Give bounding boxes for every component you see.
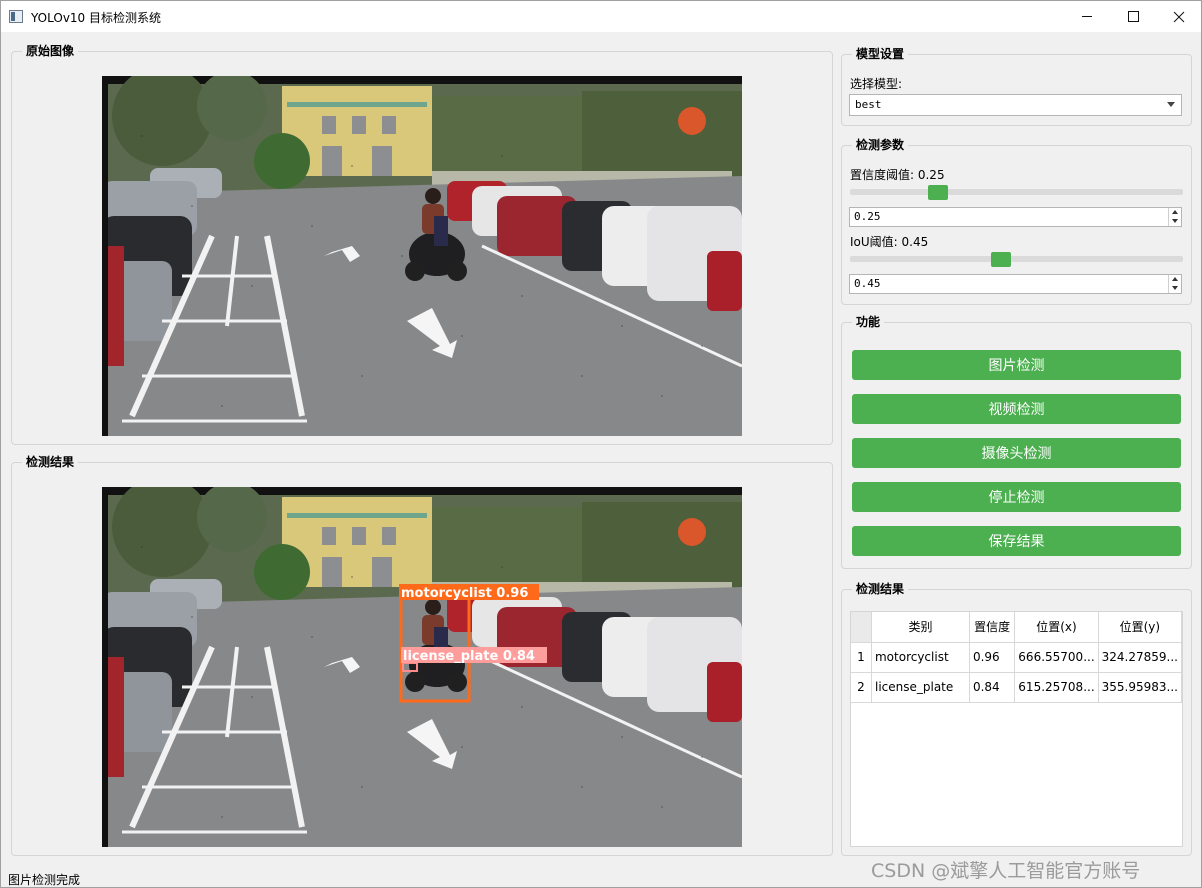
maximize-button[interactable] xyxy=(1110,1,1156,32)
window-title: YOLOv10 目标检测系统 xyxy=(31,11,162,25)
camera-detect-button[interactable]: 摄像头检测 xyxy=(852,438,1181,468)
cell-confidence[interactable]: 0.96 xyxy=(969,642,1016,673)
spin-up-icon[interactable] xyxy=(1172,277,1178,281)
cell-x[interactable]: 666.55700... xyxy=(1014,642,1099,673)
watermark: CSDN @斌擎人工智能官方账号 xyxy=(871,860,1141,882)
row-number[interactable]: 1 xyxy=(851,642,872,673)
table-corner[interactable] xyxy=(851,612,872,643)
results-table[interactable]: 类别 置信度 位置(x) 位置(y) 1 motorcyclist 0.96 6… xyxy=(850,611,1183,847)
status-bar-text: 图片检测完成 xyxy=(8,873,81,887)
cell-x[interactable]: 615.25708... xyxy=(1014,672,1099,703)
cell-y[interactable]: 355.95983... xyxy=(1098,672,1182,703)
select-model-label: 选择模型: xyxy=(850,77,903,91)
app-window-icon xyxy=(9,10,23,23)
functions-title: 功能 xyxy=(852,315,885,329)
confidence-threshold-label: 置信度阈值: 0.25 xyxy=(850,168,945,182)
model-select-value: best xyxy=(855,98,882,111)
model-select[interactable]: best xyxy=(849,94,1182,116)
motorcyclist-label: motorcyclist 0.96 xyxy=(401,586,528,601)
save-result-button[interactable]: 保存结果 xyxy=(852,526,1181,556)
column-header-y[interactable]: 位置(y) xyxy=(1098,612,1182,643)
table-header-row: 类别 置信度 位置(x) 位置(y) xyxy=(851,612,1182,643)
table-row[interactable]: 2 license_plate 0.84 615.25708... 355.95… xyxy=(851,672,1182,703)
iou-threshold-label: IoU阈值: 0.45 xyxy=(850,235,929,249)
confidence-spin-buttons[interactable] xyxy=(1168,208,1181,226)
spin-down-icon[interactable] xyxy=(1172,219,1178,223)
column-header-confidence[interactable]: 置信度 xyxy=(969,612,1016,643)
table-row[interactable]: 1 motorcyclist 0.96 666.55700... 324.278… xyxy=(851,642,1182,673)
detection-params-title: 检测参数 xyxy=(852,138,909,152)
cell-class[interactable]: motorcyclist xyxy=(871,642,970,673)
confidence-slider-handle[interactable] xyxy=(928,185,949,200)
iou-value: 0.45 xyxy=(854,277,881,290)
confidence-spinbox[interactable]: 0.25 xyxy=(849,207,1182,227)
title-bar: YOLOv10 目标检测系统 xyxy=(1,1,1201,32)
result-image-title: 检测结果 xyxy=(22,455,79,469)
chevron-down-icon xyxy=(1167,102,1175,107)
results-title: 检测结果 xyxy=(852,582,909,596)
license-plate-label: license_plate 0.84 xyxy=(403,649,535,664)
cell-y[interactable]: 324.27859... xyxy=(1098,642,1182,673)
original-image xyxy=(102,76,742,436)
close-button[interactable] xyxy=(1156,1,1202,32)
spin-up-icon[interactable] xyxy=(1172,210,1178,214)
spin-down-icon[interactable] xyxy=(1172,286,1178,290)
minimize-button[interactable] xyxy=(1064,1,1110,32)
column-header-x[interactable]: 位置(x) xyxy=(1014,612,1099,643)
row-number[interactable]: 2 xyxy=(851,672,872,703)
image-detect-button[interactable]: 图片检测 xyxy=(852,350,1181,380)
iou-slider-handle[interactable] xyxy=(990,252,1011,267)
video-detect-button[interactable]: 视频检测 xyxy=(852,394,1181,424)
cell-confidence[interactable]: 0.84 xyxy=(969,672,1016,703)
cell-class[interactable]: license_plate xyxy=(871,672,970,703)
iou-spinbox[interactable]: 0.45 xyxy=(849,274,1182,294)
main-window: YOLOv10 目标检测系统 原始图像 检测结果 motorcyclist 0.… xyxy=(0,0,1202,888)
confidence-value: 0.25 xyxy=(854,210,881,223)
iou-spin-buttons[interactable] xyxy=(1168,275,1181,293)
close-icon xyxy=(1173,11,1185,22)
column-header-class[interactable]: 类别 xyxy=(871,612,970,643)
stop-detect-button[interactable]: 停止检测 xyxy=(852,482,1181,512)
original-image-title: 原始图像 xyxy=(22,44,79,58)
iou-slider[interactable] xyxy=(850,256,1183,262)
result-image: motorcyclist 0.96 license_plate 0.84 xyxy=(102,487,742,847)
confidence-slider[interactable] xyxy=(850,189,1183,195)
model-settings-title: 模型设置 xyxy=(852,47,909,61)
